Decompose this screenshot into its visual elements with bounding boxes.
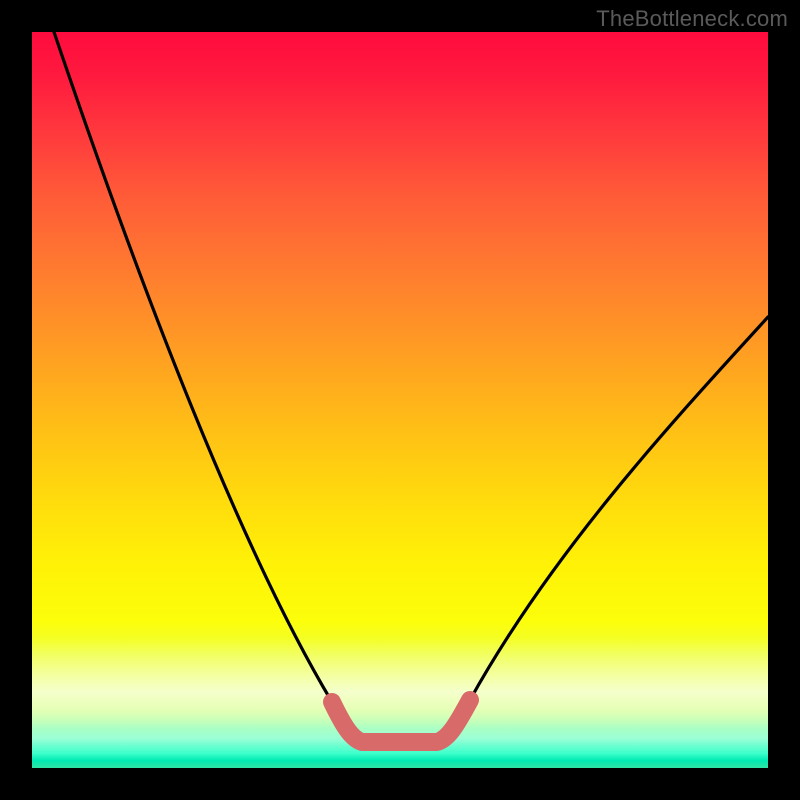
watermark-text: TheBottleneck.com — [596, 6, 788, 32]
curve-layer — [32, 32, 768, 768]
optimal-flat-zone — [332, 700, 470, 742]
bottleneck-curve — [54, 32, 768, 742]
plot-area — [32, 32, 768, 768]
chart-frame: TheBottleneck.com — [0, 0, 800, 800]
